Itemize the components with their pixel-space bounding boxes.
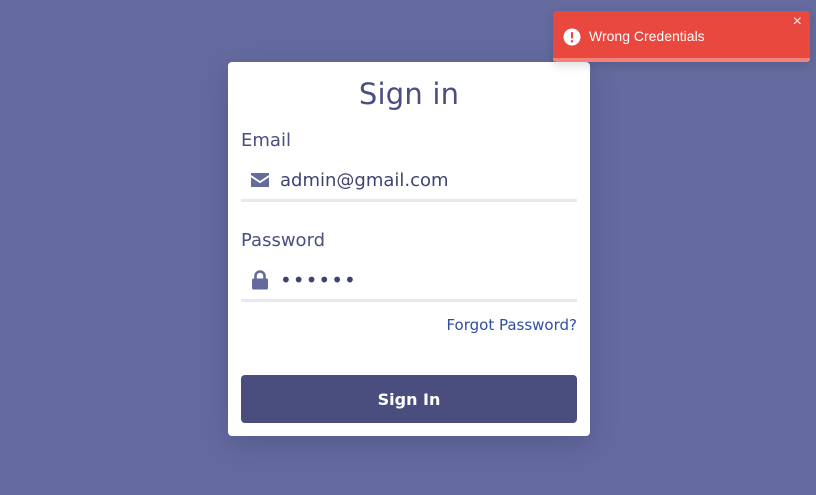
email-field-wrapper xyxy=(241,161,577,202)
toast-message: Wrong Credentials xyxy=(589,27,705,44)
password-label: Password xyxy=(241,230,326,251)
close-icon[interactable]: × xyxy=(793,14,802,30)
sign-in-button[interactable]: Sign In xyxy=(241,375,577,423)
envelope-icon xyxy=(249,169,271,191)
exclamation-circle-icon xyxy=(563,28,581,46)
sign-in-card: Sign in Email Password Forgot Password? … xyxy=(228,62,590,436)
password-field[interactable] xyxy=(280,265,560,295)
toast-progress-bar xyxy=(553,58,810,62)
password-field-wrapper xyxy=(241,261,577,302)
page-title: Sign in xyxy=(358,77,460,111)
email-field[interactable] xyxy=(280,165,560,195)
forgot-password-link[interactable]: Forgot Password? xyxy=(446,316,577,334)
email-label: Email xyxy=(241,130,291,151)
lock-icon xyxy=(249,269,271,291)
error-toast: Wrong Credentials × xyxy=(553,11,810,62)
